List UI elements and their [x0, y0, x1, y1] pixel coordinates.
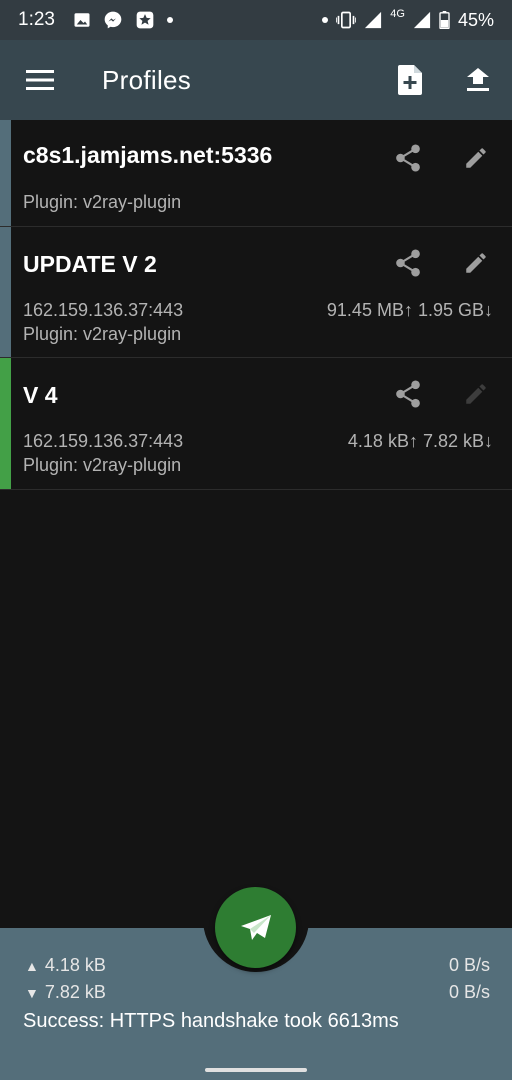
profile-plugin: Plugin: v2ray-plugin	[23, 455, 182, 475]
signal-icon	[364, 11, 382, 29]
profile-name: V 4	[23, 382, 58, 408]
profile-plugin: Plugin: v2ray-plugin	[23, 324, 182, 344]
vibrate-icon	[336, 11, 357, 29]
image-notification-icon	[73, 11, 91, 29]
share-icon	[396, 144, 420, 172]
share-icon	[396, 380, 420, 408]
menu-icon	[26, 70, 54, 90]
share-button[interactable]	[388, 243, 428, 283]
network-type: 4G	[390, 8, 405, 20]
download-arrow-icon: ▼	[25, 984, 39, 1001]
rx-rate: 0 B/s	[448, 982, 490, 1002]
gesture-nav-handle[interactable]	[205, 1068, 307, 1072]
app-bar: Profiles	[0, 40, 512, 120]
profile-plugin: Plugin: v2ray-plugin	[23, 192, 182, 212]
menu-button[interactable]	[0, 40, 80, 120]
profile-status-bar	[0, 120, 11, 226]
rx-row: ▼ 7.82 kB 0 B/s	[25, 982, 490, 1003]
add-profile-button[interactable]	[376, 40, 444, 120]
messenger-icon	[103, 10, 123, 30]
edit-button-disabled	[456, 374, 496, 414]
connection-status-message: Success: HTTPS handshake took 6613ms	[23, 1010, 399, 1032]
profile-address: 162.159.136.37:443	[23, 300, 184, 320]
pencil-icon	[466, 384, 486, 404]
edit-button[interactable]	[456, 243, 496, 283]
profile-traffic: 91.45 MB↑ 1.95 GB↓	[326, 300, 493, 320]
profile-name: c8s1.jamjams.net:5336	[23, 142, 273, 168]
edit-button[interactable]	[456, 138, 496, 178]
profile-name: UPDATE V 2	[23, 251, 157, 277]
profile-status-bar	[0, 227, 11, 357]
tx-total: 4.18 kB	[44, 955, 106, 975]
profile-address: 162.159.136.37:443	[23, 431, 184, 451]
upload-icon	[467, 68, 489, 91]
tx-rate: 0 B/s	[448, 955, 490, 975]
pencil-icon	[466, 148, 486, 168]
share-button[interactable]	[388, 374, 428, 414]
paper-plane-icon	[240, 914, 271, 940]
battery-icon	[439, 11, 450, 29]
rx-total: 7.82 kB	[44, 982, 106, 1002]
profile-card[interactable]: c8s1.jamjams.net:5336 Plugin: v2ray-plug…	[0, 120, 512, 227]
profile-card[interactable]: UPDATE V 2 162.159.136.37:443 91.45 MB↑ …	[0, 227, 512, 358]
notification-dot	[166, 17, 173, 23]
star-app-icon	[135, 10, 155, 30]
clock: 1:23	[18, 9, 55, 30]
tx-row: ▲ 4.18 kB 0 B/s	[25, 955, 490, 976]
profile-traffic: 4.18 kB↑ 7.82 kB↓	[347, 431, 493, 451]
share-icon	[396, 249, 420, 277]
notification-dot-right	[322, 17, 329, 23]
system-status-bar: 1:23 4G 45%	[0, 0, 512, 40]
import-upload-button[interactable]	[444, 40, 512, 120]
add-file-icon	[398, 65, 422, 95]
share-button[interactable]	[388, 138, 428, 178]
battery-level: 45%	[457, 9, 494, 30]
pencil-icon	[466, 253, 486, 273]
upload-arrow-icon: ▲	[25, 957, 39, 974]
signal-icon-2	[413, 11, 431, 29]
profile-active-bar	[0, 358, 11, 489]
profile-card-active[interactable]: V 4 162.159.136.37:443 4.18 kB↑ 7.82 kB↓…	[0, 358, 512, 490]
page-title: Profiles	[102, 64, 192, 95]
profile-list: c8s1.jamjams.net:5336 Plugin: v2ray-plug…	[0, 120, 512, 490]
